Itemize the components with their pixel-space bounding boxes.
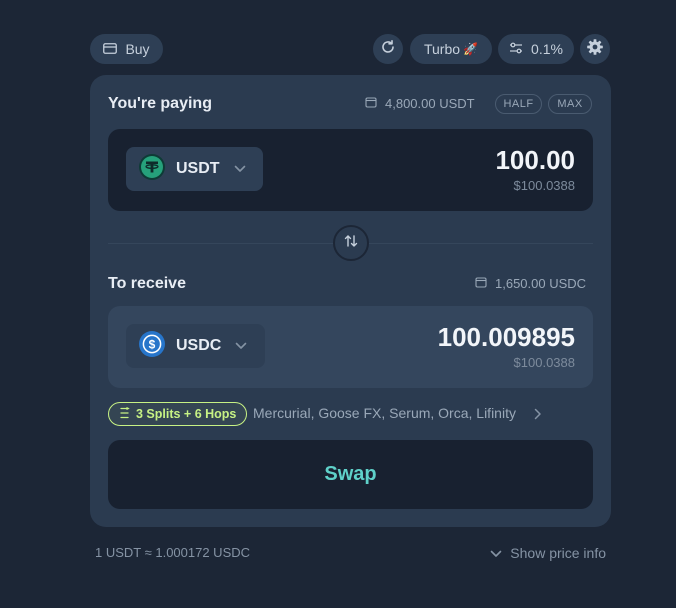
sliders-icon: [509, 41, 523, 57]
route-badge-label: 3 Splits + 6 Hops: [136, 407, 237, 421]
show-price-info-toggle[interactable]: Show price info: [490, 545, 606, 561]
paying-balance: 4,800.00 USDT: [365, 96, 475, 111]
usdt-token-icon: [138, 153, 166, 186]
show-price-info-label: Show price info: [510, 545, 606, 561]
receive-token-selector[interactable]: $ USDC: [126, 324, 265, 368]
route-split-icon: [119, 406, 130, 422]
usdc-token-icon: $: [138, 330, 166, 363]
swap-button[interactable]: Swap: [108, 440, 593, 509]
receive-balance: 1,650.00 USDC: [475, 276, 586, 291]
receive-balance-value: 1,650.00 USDC: [495, 276, 587, 291]
paying-balance-value: 4,800.00 USDT: [385, 96, 475, 111]
paying-token-symbol: USDT: [176, 160, 220, 177]
receive-amount: 100.009895: [437, 322, 575, 352]
settings-button[interactable]: [580, 34, 610, 64]
buy-button[interactable]: Buy: [90, 34, 163, 64]
wallet-icon: [365, 96, 377, 111]
swap-direction-button[interactable]: [333, 225, 369, 261]
paying-label: You're paying: [108, 95, 212, 112]
receive-label: To receive: [108, 275, 186, 292]
max-button[interactable]: MAX: [548, 94, 592, 114]
half-button[interactable]: HALF: [495, 94, 542, 114]
chevron-down-icon: [490, 545, 502, 561]
chevron-right-icon[interactable]: [534, 407, 542, 425]
wallet-icon: [475, 276, 487, 291]
swap-arrows-icon: [343, 233, 359, 254]
route-badge[interactable]: 3 Splits + 6 Hops: [108, 402, 248, 426]
paying-input-box: USDT 100.00 $100.0388: [108, 129, 593, 211]
paying-amount-input[interactable]: 100.00: [495, 145, 575, 176]
turbo-label: Turbo: [423, 41, 461, 57]
card-icon: [103, 41, 118, 57]
receive-output-box: $ USDC 100.009895 $100.0388: [108, 306, 593, 388]
gear-icon: [586, 38, 604, 61]
slippage-button[interactable]: 0.1%: [498, 34, 574, 64]
paying-token-selector[interactable]: USDT: [126, 147, 263, 191]
refresh-button[interactable]: [373, 34, 403, 64]
exchange-rate: 1 USDT ≈ 1.000172 USDC: [95, 545, 251, 560]
receive-usd-value: $100.0388: [513, 355, 575, 370]
rocket-icon: 🚀: [463, 42, 478, 56]
svg-text:$: $: [149, 337, 156, 351]
refresh-icon: [380, 39, 396, 60]
route-dex-list[interactable]: Mercurial, Goose FX, Serum, Orca, Lifini…: [253, 405, 516, 421]
paying-usd-value: $100.0388: [513, 178, 575, 193]
receive-token-symbol: USDC: [176, 337, 222, 354]
swap-button-label: Swap: [324, 463, 377, 485]
slippage-value: 0.1%: [531, 41, 563, 57]
chevron-down-icon: [235, 337, 247, 355]
turbo-button[interactable]: Turbo 🚀: [410, 34, 492, 64]
chevron-down-icon: [234, 160, 246, 178]
buy-label: Buy: [125, 41, 150, 57]
